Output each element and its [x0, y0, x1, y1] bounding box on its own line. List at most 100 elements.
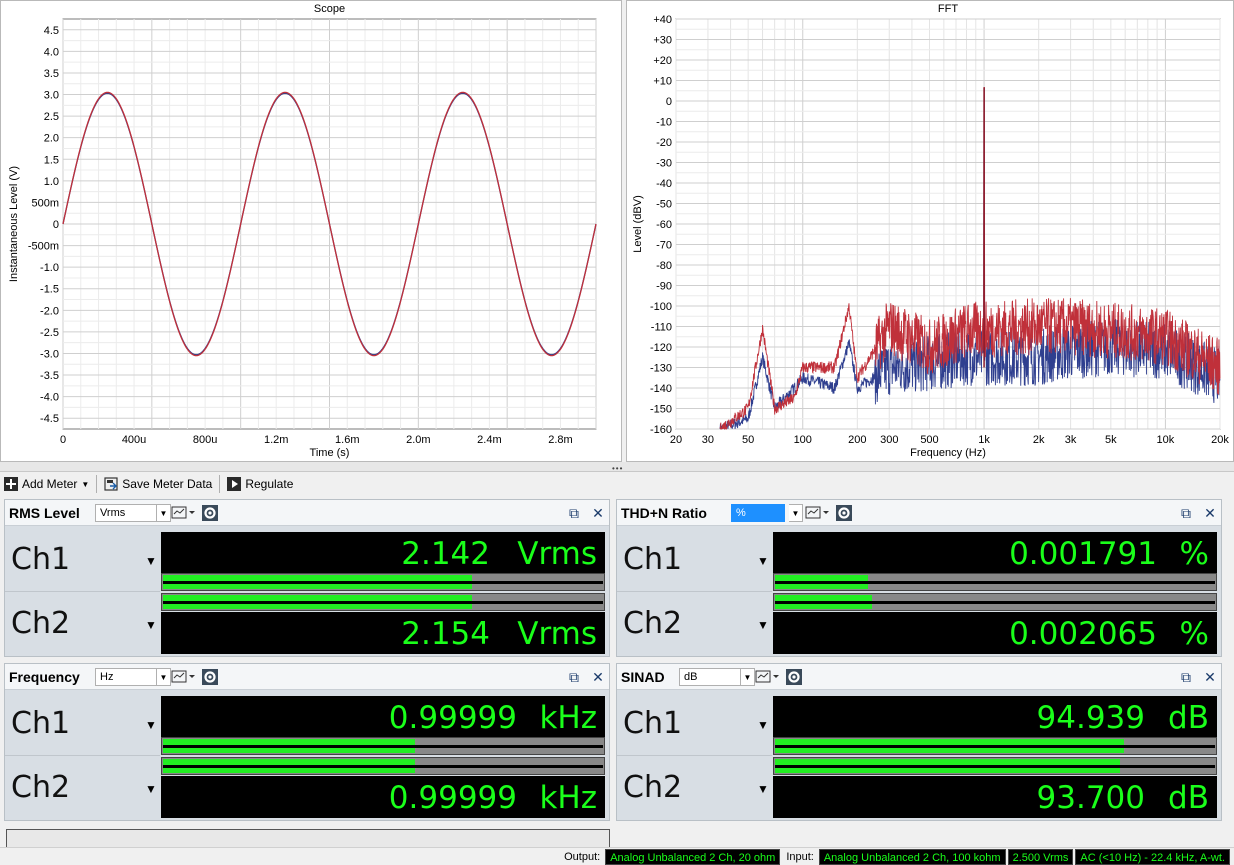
close-icon[interactable]: ✕: [589, 668, 607, 686]
y-tick-label: -30: [656, 158, 672, 170]
ch2-level-bar: [773, 757, 1217, 775]
y-tick-label: +30: [653, 35, 672, 47]
chevron-down-icon[interactable]: ▼: [157, 668, 171, 686]
y-tick-label: 1.5: [44, 154, 59, 166]
ch2-dropdown-icon[interactable]: ▼: [145, 618, 157, 632]
x-tick-label: 1.2m: [264, 434, 288, 446]
ch1-value: 0.001791: [1009, 536, 1157, 572]
ch2-level-bar: [161, 593, 605, 611]
ch1-unit: %: [1179, 536, 1209, 572]
ch1-unit: dB: [1168, 700, 1209, 736]
x-tick-label: 2.0m: [406, 434, 430, 446]
ch1-dropdown-icon[interactable]: ▼: [757, 554, 769, 568]
ch1-bar-line: [775, 581, 1215, 584]
x-tick-label: 800u: [193, 434, 217, 446]
sinad-meter: SINAD dB ▼ ⧉ ✕ Ch1 ▼ Ch2 ▼ 94.939 dB 93.…: [616, 663, 1222, 821]
regulate-label: Regulate: [245, 477, 294, 491]
ch2-label: Ch2: [11, 770, 71, 805]
x-tick-label: 100: [794, 434, 812, 446]
meter-settings-dropdown-icon[interactable]: [755, 668, 779, 686]
y-tick-label: -4.5: [40, 413, 59, 425]
chevron-down-icon[interactable]: ▼: [741, 668, 755, 686]
ch1-readout: 0.99999 kHz: [161, 696, 605, 738]
add-meter-label: Add Meter: [22, 477, 78, 491]
y-tick-label: -70: [656, 240, 672, 252]
close-icon[interactable]: ✕: [589, 504, 607, 522]
unit-select[interactable]: Vrms: [95, 504, 157, 522]
ch2-bar-line: [775, 601, 1215, 604]
ch1-bar-line: [163, 745, 603, 748]
ch2-readout: 0.99999 kHz: [161, 776, 605, 818]
close-icon[interactable]: ✕: [1201, 668, 1219, 686]
fft-graph[interactable]: +40 +30 +20 +10 0 -10 -20 -30 -40 -50 -60 -70 -80 -90…: [626, 0, 1234, 462]
panel-splitter[interactable]: •••: [0, 462, 1234, 473]
meter-settings-dropdown-icon[interactable]: [805, 504, 829, 522]
ch2-readout: 2.154 Vrms: [161, 612, 605, 654]
filter-config[interactable]: AC (<10 Hz) - 22.4 kHz, A-wt.: [1075, 848, 1230, 865]
scope-chart: 4.5 4.0 3.5 3.0 2.5 2.0 1.5 1.0 500m 0 -500m -1.0 -1…: [8, 3, 597, 459]
x-axis-label: Frequency (Hz): [910, 447, 986, 459]
meter-title: THD+N Ratio: [621, 505, 707, 521]
y-tick-label: -20: [656, 137, 672, 149]
app-window: 4.5 4.0 3.5 3.0 2.5 2.0 1.5 1.0 500m 0 -500m -1.0 -1…: [0, 0, 1234, 865]
unit-select[interactable]: dB: [679, 668, 741, 686]
x-tick-label: 2.8m: [548, 434, 572, 446]
y-axis-label: Level (dBV): [632, 195, 644, 252]
y-tick-label: +10: [653, 76, 672, 88]
input-config[interactable]: Analog Unbalanced 2 Ch, 100 kohm: [818, 848, 1006, 865]
y-tick-label: -3.5: [40, 370, 59, 382]
popout-icon[interactable]: ⧉: [1177, 668, 1195, 686]
ch2-dropdown-icon[interactable]: ▼: [757, 782, 769, 796]
frequency-meter: Frequency Hz ▼ ⧉ ✕ Ch1 ▼ Ch2 ▼ 0.99999 k…: [4, 663, 610, 821]
chevron-down-icon[interactable]: ▼: [789, 504, 803, 522]
x-tick-label: 2.4m: [477, 434, 501, 446]
input-range[interactable]: 2.500 Vrms: [1007, 848, 1074, 865]
gear-icon[interactable]: [201, 668, 219, 686]
meter-settings-dropdown-icon[interactable]: [171, 504, 195, 522]
gear-icon[interactable]: [201, 504, 219, 522]
popout-icon[interactable]: ⧉: [565, 504, 583, 522]
meter-title: Frequency: [9, 669, 80, 685]
popout-icon[interactable]: ⧉: [1177, 504, 1195, 522]
ch1-dropdown-icon[interactable]: ▼: [145, 554, 157, 568]
thdn-ratio-meter: THD+N Ratio % ▼ ⧉ ✕ Ch1 ▼ Ch2 ▼ 0.001791…: [616, 499, 1222, 657]
ch1-unit: Vrms: [517, 536, 597, 572]
x-tick-label: 200: [848, 434, 866, 446]
regulate-button[interactable]: Regulate: [223, 473, 297, 495]
close-icon[interactable]: ✕: [1201, 504, 1219, 522]
x-tick-label: 5k: [1105, 434, 1117, 446]
scope-graph[interactable]: 4.5 4.0 3.5 3.0 2.5 2.0 1.5 1.0 500m 0 -500m -1.0 -1…: [0, 0, 622, 462]
ch2-dropdown-icon[interactable]: ▼: [145, 782, 157, 796]
ch1-level-bar: [161, 737, 605, 755]
add-meter-button[interactable]: Add Meter ▼: [0, 473, 93, 495]
y-tick-label: 2.0: [44, 133, 59, 145]
ch2-bar-line: [163, 601, 603, 604]
popout-icon[interactable]: ⧉: [565, 668, 583, 686]
ch1-level-bar: [773, 573, 1217, 591]
output-label: Output:: [564, 850, 601, 863]
y-tick-label: -2.5: [40, 327, 59, 339]
unit-select[interactable]: %: [731, 504, 785, 522]
toolbar-divider: [96, 475, 98, 493]
save-meter-data-label: Save Meter Data: [122, 477, 213, 491]
output-config[interactable]: Analog Unbalanced 2 Ch, 20 ohm: [605, 848, 781, 865]
chevron-down-icon[interactable]: ▼: [157, 504, 171, 522]
y-tick-label: -100: [650, 301, 672, 313]
ch2-level-bar: [161, 757, 605, 775]
unit-select[interactable]: Hz: [95, 668, 157, 686]
gear-icon[interactable]: [835, 504, 853, 522]
ch1-label: Ch1: [623, 542, 683, 577]
meter-settings-dropdown-icon[interactable]: [171, 668, 195, 686]
ch1-dropdown-icon[interactable]: ▼: [145, 718, 157, 732]
save-meter-data-button[interactable]: Save Meter Data: [100, 473, 216, 495]
chart-title: Scope: [314, 3, 345, 15]
gear-icon[interactable]: [785, 668, 803, 686]
ch2-dropdown-icon[interactable]: ▼: [757, 618, 769, 632]
input-label: Input:: [786, 850, 814, 863]
ch1-label: Ch1: [11, 542, 71, 577]
y-tick-label: -1.0: [40, 262, 59, 274]
ch1-level-bar: [161, 573, 605, 591]
ch1-dropdown-icon[interactable]: ▼: [757, 718, 769, 732]
ch1-level-bar: [773, 737, 1217, 755]
y-tick-label: -40: [656, 178, 672, 190]
